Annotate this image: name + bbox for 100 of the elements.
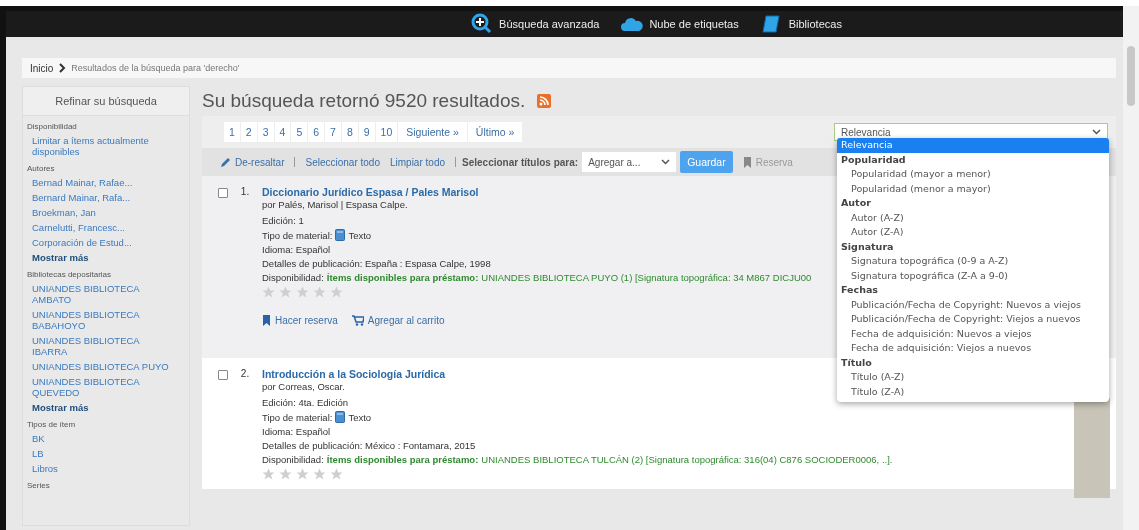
language-text: Idioma: Español xyxy=(262,426,331,437)
result-title-link[interactable]: Introducción a la Sociología Jurídica xyxy=(262,368,446,380)
checkbox[interactable] xyxy=(218,188,228,198)
author-text: por Palés, Marisol | Espasa Calpe. xyxy=(262,199,408,210)
chevron-icon xyxy=(58,63,67,73)
facet-link[interactable]: UNIANDES BIBLIOTECA IBARRA xyxy=(32,334,169,358)
dropdown-option[interactable]: Publicación/Fecha de Copyright: Nuevos a viejos xyxy=(837,297,1109,312)
rating-stars[interactable] xyxy=(262,286,343,299)
clear-all-link[interactable]: Limpiar todo xyxy=(389,156,445,168)
facet-link[interactable]: Corporación de Estud... xyxy=(32,236,132,249)
dropdown-option[interactable]: Popularidad (mayor a menor) xyxy=(837,167,1109,182)
chevron-down-icon xyxy=(661,159,671,165)
scrollbar[interactable] xyxy=(1123,6,1139,530)
page-link[interactable]: 4 xyxy=(274,122,292,142)
facet-link[interactable]: UNIANDES BIBLIOTECA QUEVEDO xyxy=(32,375,169,399)
scrollbar-thumb[interactable] xyxy=(1127,46,1135,106)
facet-link[interactable]: Carnelutti, Francesc... xyxy=(32,221,125,234)
nav-link[interactable]: Búsqueda avanzada xyxy=(471,13,600,35)
book-icon xyxy=(760,13,783,35)
nav-link[interactable]: Bibliotecas xyxy=(760,13,842,35)
star-icon xyxy=(296,468,309,481)
dropdown-option[interactable]: Autor (A-Z) xyxy=(837,210,1109,225)
result-number: 1. xyxy=(239,186,251,199)
facet-link[interactable]: Limitar a ítems actualmente disponibles xyxy=(32,134,169,158)
option-group-label: Título xyxy=(840,355,873,370)
unhighlight-link[interactable]: De-resaltar xyxy=(220,156,285,168)
dropdown-option[interactable]: Autor (Z-A) xyxy=(837,225,1109,240)
star-icon xyxy=(262,286,275,299)
star-icon xyxy=(262,468,275,481)
facet-link[interactable]: UNIANDES BIBLIOTECA AMBATO xyxy=(32,282,169,306)
results-heading: Su búsqueda retornó 9520 resultados. xyxy=(202,90,526,112)
language-text: Idioma: Español xyxy=(262,244,331,255)
dropdown-option[interactable]: Signatura topográfica (Z-A a 9-0) xyxy=(837,268,1109,283)
page-link[interactable]: 3 xyxy=(257,122,275,142)
show-more-link[interactable]: Mostrar más xyxy=(32,251,89,264)
facet-heading: Tipos de ítem xyxy=(26,419,77,431)
author-text: por Correas, Oscar. xyxy=(262,381,345,392)
facet-link[interactable]: UNIANDES BIBLIOTECA PUYO xyxy=(32,360,169,373)
page-link[interactable]: 8 xyxy=(341,122,359,142)
page-link[interactable]: 7 xyxy=(325,122,342,142)
search-icon xyxy=(471,13,494,35)
dropdown-option[interactable]: Título (A-Z) xyxy=(837,370,1109,385)
availability-detail: UNIANDES BIBLIOTECA PUYO (1) [Signatura topográfica: 34 M867 DICJU00 xyxy=(481,272,812,283)
facet-heading: Autores xyxy=(26,163,56,175)
result-title-link[interactable]: Diccionario Jurídico Espasa / Pales Marisol xyxy=(262,186,479,198)
select-titles-label: Seleccionar títulos para: xyxy=(462,156,579,168)
show-more-link[interactable]: Mostrar más xyxy=(32,401,89,414)
page-link[interactable]: 6 xyxy=(308,122,326,142)
place-hold-link[interactable]: Hacer reserva xyxy=(262,315,338,326)
dropdown-option[interactable]: Fecha de adquisición: Nuevos a viejos xyxy=(837,326,1109,341)
add-to-cart-link[interactable]: Agregar al carrito xyxy=(351,315,445,326)
page-link[interactable]: 5 xyxy=(291,122,309,142)
facet-link[interactable]: LB xyxy=(32,447,44,460)
sidebar-title: Refinar su búsqueda xyxy=(23,87,189,116)
material-label: Tipo de material: xyxy=(262,229,333,241)
facet-heading: Bibliotecas depositarias xyxy=(26,269,113,281)
breadcrumb-link[interactable]: Inicio xyxy=(30,62,54,74)
star-icon xyxy=(330,286,343,299)
availability-status: Ítems disponibles para préstamo: xyxy=(326,272,479,283)
material-type: Texto xyxy=(348,411,372,423)
dropdown-option[interactable]: Popularidad (menor a mayor) xyxy=(837,181,1109,196)
star-icon xyxy=(279,286,292,299)
select-all-link[interactable]: Seleccionar todo xyxy=(305,156,380,168)
dropdown-option[interactable]: Relevancia xyxy=(837,138,1109,153)
dropdown-option[interactable]: Signatura topográfica (0-9 a A-Z) xyxy=(837,254,1109,269)
add-to-select[interactable]: Agregar a... xyxy=(582,152,677,172)
nav-link[interactable]: Nube de etiquetas xyxy=(621,13,739,35)
book-icon xyxy=(335,411,346,423)
availability-label: Disponibilidad: xyxy=(262,272,324,283)
rating-stars[interactable] xyxy=(262,468,343,481)
availability-label: Disponibilidad: xyxy=(262,454,324,465)
facet-link[interactable]: Broekman, Jan xyxy=(32,206,96,219)
pencil-icon xyxy=(220,156,231,168)
star-icon xyxy=(313,468,326,481)
material-type: Texto xyxy=(348,229,372,241)
facet-link[interactable]: Bernad Mainar, Rafae... xyxy=(32,176,133,189)
rss-icon xyxy=(537,94,552,108)
page-link[interactable]: 9 xyxy=(358,122,376,142)
cart-icon xyxy=(351,315,364,326)
facet-link[interactable]: Libros xyxy=(32,462,58,475)
publication-text: Detalles de publicación: México : Fontamara, 2015 xyxy=(262,440,476,451)
star-icon xyxy=(313,286,326,299)
page-link[interactable]: Siguiente » xyxy=(398,122,468,142)
page-link[interactable]: 2 xyxy=(240,122,258,142)
option-group-label: Signatura xyxy=(840,239,895,254)
dropdown-option[interactable]: Título (Z-A) xyxy=(837,384,1109,399)
bookmark-icon xyxy=(262,315,271,326)
page-link[interactable]: 10 xyxy=(375,122,399,142)
facet-link[interactable]: BK xyxy=(32,432,45,445)
edition-text: Edición: 1 xyxy=(262,215,304,226)
page-link[interactable]: 1 xyxy=(224,122,241,142)
facet-link[interactable]: UNIANDES BIBLIOTECA BABAHOYO xyxy=(32,308,169,332)
page-link[interactable]: Último » xyxy=(467,122,524,142)
option-group-label: Fechas xyxy=(840,283,879,297)
facet-heading: Disponibilidad xyxy=(26,121,78,133)
checkbox[interactable] xyxy=(218,370,228,380)
breadcrumb-text: Resultados de la búsqueda para 'derecho' xyxy=(71,63,240,73)
dropdown-option[interactable]: Publicación/Fecha de Copyright: Viejos a nuevos xyxy=(837,312,1109,327)
dropdown-option[interactable]: Fecha de adquisición: Viejos a nuevos xyxy=(837,341,1109,356)
facet-link[interactable]: Bernard Mainar, Rafa... xyxy=(32,191,131,204)
